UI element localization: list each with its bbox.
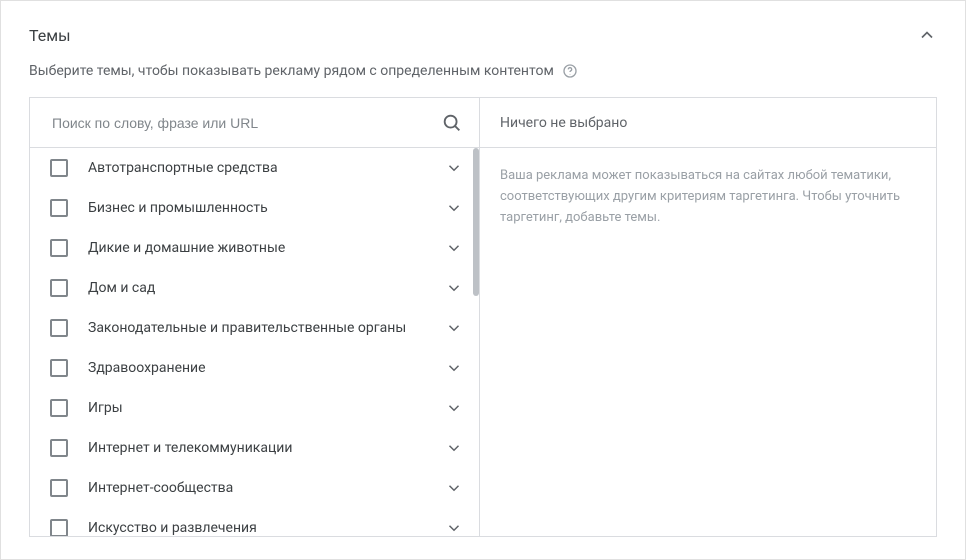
search-icon[interactable]	[441, 112, 463, 134]
chevron-down-icon[interactable]	[445, 479, 463, 497]
topics-panel: Автотранспортные средства Бизнес и промыш…	[29, 97, 937, 537]
topic-row[interactable]: Здравоохранение	[30, 348, 479, 388]
topic-checkbox[interactable]	[50, 399, 68, 417]
chevron-down-icon[interactable]	[445, 439, 463, 457]
topics-browse-pane: Автотранспортные средства Бизнес и промыш…	[30, 98, 480, 536]
topic-label: Здравоохранение	[88, 360, 445, 376]
topics-section: Темы Выберите темы, чтобы показывать рек…	[0, 0, 966, 560]
topic-label: Интернет-сообщества	[88, 480, 445, 496]
section-subtitle: Выберите темы, чтобы показывать рекламу …	[29, 63, 554, 79]
chevron-down-icon[interactable]	[445, 239, 463, 257]
topic-checkbox[interactable]	[50, 319, 68, 337]
topic-row[interactable]: Дикие и домашние животные	[30, 228, 479, 268]
chevron-down-icon[interactable]	[445, 279, 463, 297]
topic-label: Дом и сад	[88, 280, 445, 296]
section-header: Темы	[29, 25, 937, 45]
topic-checkbox[interactable]	[50, 439, 68, 457]
topic-checkbox[interactable]	[50, 199, 68, 217]
topic-checkbox[interactable]	[50, 479, 68, 497]
topic-label: Искусство и развлечения	[88, 520, 445, 536]
chevron-down-icon[interactable]	[445, 159, 463, 177]
topic-row[interactable]: Искусство и развлечения	[30, 508, 479, 536]
topic-label: Интернет и телекоммуникации	[88, 440, 445, 456]
topic-row[interactable]: Бизнес и промышленность	[30, 188, 479, 228]
topic-checkbox[interactable]	[50, 279, 68, 297]
topic-row[interactable]: Игры	[30, 388, 479, 428]
chevron-down-icon[interactable]	[445, 519, 463, 536]
topic-label: Игры	[88, 400, 445, 416]
scrollbar-thumb[interactable]	[473, 148, 479, 296]
selected-pane: Ничего не выбрано Ваша реклама может пок…	[480, 98, 936, 536]
selected-empty-message: Ваша реклама может показываться на сайта…	[480, 148, 936, 246]
chevron-down-icon[interactable]	[445, 399, 463, 417]
topic-row[interactable]: Автотранспортные средства	[30, 148, 479, 188]
chevron-down-icon[interactable]	[445, 199, 463, 217]
topic-label: Законодательные и правительственные орга…	[88, 320, 445, 336]
collapse-icon[interactable]	[917, 25, 937, 45]
topic-checkbox[interactable]	[50, 239, 68, 257]
topic-row[interactable]: Законодательные и правительственные орга…	[30, 308, 479, 348]
topic-row[interactable]: Дом и сад	[30, 268, 479, 308]
search-input[interactable]	[50, 114, 441, 132]
selected-header: Ничего не выбрано	[480, 98, 936, 148]
topic-row[interactable]: Интернет и телекоммуникации	[30, 428, 479, 468]
topic-checkbox[interactable]	[50, 519, 68, 536]
chevron-down-icon[interactable]	[445, 359, 463, 377]
search-row	[30, 98, 479, 148]
help-icon[interactable]	[562, 63, 578, 79]
topic-list: Автотранспортные средства Бизнес и промыш…	[30, 148, 479, 536]
topic-label: Бизнес и промышленность	[88, 200, 445, 216]
topic-row[interactable]: Интернет-сообщества	[30, 468, 479, 508]
topic-label: Дикие и домашние животные	[88, 240, 445, 256]
topic-checkbox[interactable]	[50, 359, 68, 377]
chevron-down-icon[interactable]	[445, 319, 463, 337]
topic-label: Автотранспортные средства	[88, 160, 445, 176]
section-title: Темы	[29, 26, 71, 45]
topic-checkbox[interactable]	[50, 159, 68, 177]
section-subtitle-row: Выберите темы, чтобы показывать рекламу …	[29, 63, 937, 79]
